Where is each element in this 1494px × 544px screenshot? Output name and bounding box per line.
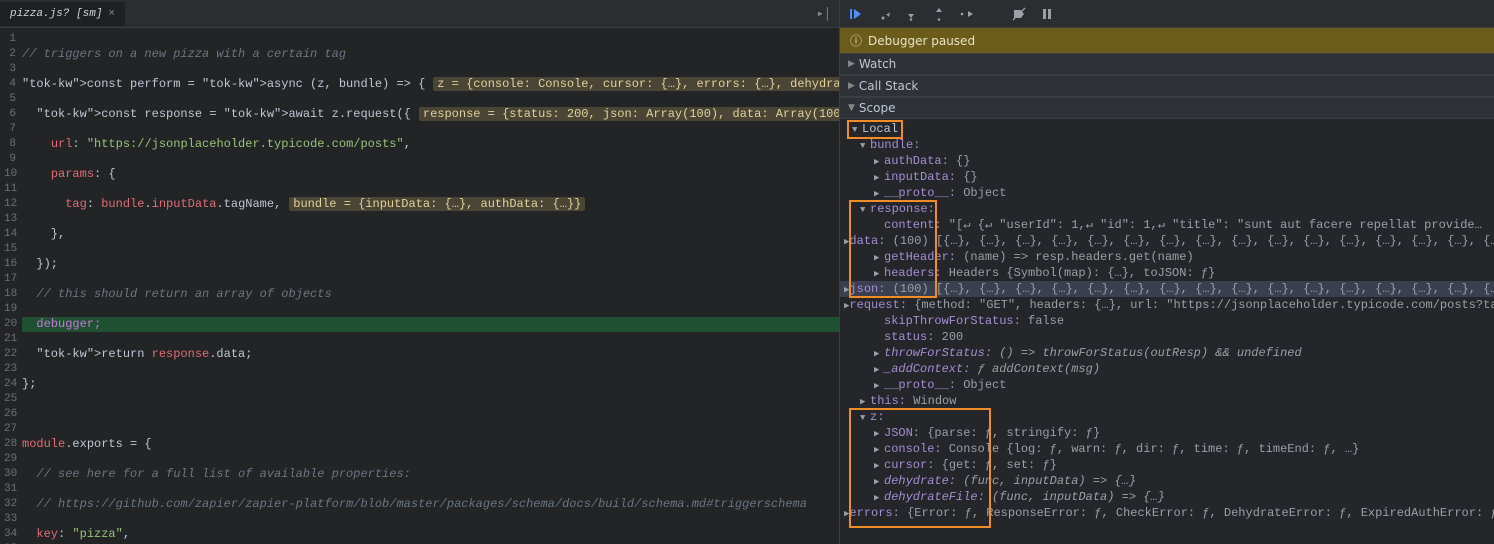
- var-json[interactable]: ▶json: (100) [{…}, {…}, {…}, {…}, {…}, {…: [840, 281, 1494, 297]
- var-data[interactable]: ▶data: (100) [{…}, {…}, {…}, {…}, {…}, {…: [840, 233, 1494, 249]
- var-skipthrow[interactable]: skipThrowForStatus: false: [840, 313, 1494, 329]
- var-content[interactable]: content: "[↵ {↵ "userId": 1,↵ "id": 1,↵ …: [840, 217, 1494, 233]
- inline-hint-bundle: bundle = {inputData: {…}, authData: {…}}: [289, 197, 585, 211]
- var-getheader[interactable]: ▶getHeader: (name) => resp.headers.get(n…: [840, 249, 1494, 265]
- tab-bar: pizza.js? [sm] × ▸│: [0, 0, 839, 28]
- step-over-icon[interactable]: [876, 7, 892, 21]
- step-icon[interactable]: [960, 7, 976, 21]
- scope-local[interactable]: ▼Local: [840, 121, 1494, 137]
- var-z-errors[interactable]: ▶errors: {Error: ƒ, ResponseError: ƒ, Ch…: [840, 505, 1494, 521]
- deactivate-breakpoints-icon[interactable]: [1012, 7, 1028, 21]
- tab-file[interactable]: pizza.js? [sm] ×: [0, 2, 125, 26]
- var-z-json[interactable]: ▶JSON: {parse: ƒ, stringify: ƒ}: [840, 425, 1494, 441]
- inline-hint-z: z = {console: Console, cursor: {…}, erro…: [433, 77, 839, 91]
- var-z[interactable]: ▼z:: [840, 409, 1494, 425]
- close-icon[interactable]: ×: [108, 8, 115, 20]
- code-editor[interactable]: 12345 678910 1112131415 1617181920 21222…: [0, 28, 839, 544]
- section-watch[interactable]: ▶ Watch: [840, 53, 1494, 75]
- current-execution-line: debugger;: [22, 317, 839, 332]
- step-into-icon[interactable]: [904, 7, 920, 21]
- var-z-dehydratefile[interactable]: ▶dehydrateFile: (func, inputData) => {…}: [840, 489, 1494, 505]
- chevron-right-icon: ▶: [848, 81, 855, 91]
- var-bundle[interactable]: ▼bundle:: [840, 137, 1494, 153]
- var-throwfor[interactable]: ▶throwForStatus: () => throwForStatus(ou…: [840, 345, 1494, 361]
- pause-exceptions-icon[interactable]: [1040, 7, 1056, 21]
- section-scope[interactable]: ▼ Scope: [840, 97, 1494, 119]
- show-navigator-icon[interactable]: ▸│: [809, 6, 839, 21]
- tab-title: pizza.js? [sm]: [10, 8, 102, 20]
- var-addcontext[interactable]: ▶_addContext: ƒ addContext(msg): [840, 361, 1494, 377]
- section-callstack[interactable]: ▶ Call Stack: [840, 75, 1494, 97]
- chevron-down-icon: ▼: [848, 103, 855, 113]
- debugger-paused-banner: ⓘ Debugger paused: [840, 28, 1494, 53]
- inline-hint-response: response = {status: 200, json: Array(100…: [419, 107, 839, 121]
- var-z-dehydrate[interactable]: ▶dehydrate: (func, inputData) => {…}: [840, 473, 1494, 489]
- debugger-toolbar: [840, 0, 1494, 28]
- var-z-console[interactable]: ▶console: Console {log: ƒ, warn: ƒ, dir:…: [840, 441, 1494, 457]
- line-gutter: 12345 678910 1112131415 1617181920 21222…: [0, 28, 22, 544]
- var-proto[interactable]: ▶__proto__: Object: [840, 185, 1494, 201]
- resume-icon[interactable]: [848, 7, 864, 21]
- var-request[interactable]: ▶request: {method: "GET", headers: {…}, …: [840, 297, 1494, 313]
- var-status[interactable]: status: 200: [840, 329, 1494, 345]
- scope-panel: ▼Local ▼bundle: ▶authData: {} ▶inputData…: [840, 119, 1494, 544]
- var-z-cursor[interactable]: ▶cursor: {get: ƒ, set: ƒ}: [840, 457, 1494, 473]
- info-icon: ⓘ: [850, 32, 862, 49]
- var-response[interactable]: ▼response:: [840, 201, 1494, 217]
- var-headers[interactable]: ▶headers: Headers {Symbol(map): {…}, toJ…: [840, 265, 1494, 281]
- var-inputdata[interactable]: ▶inputData: {}: [840, 169, 1494, 185]
- code-body: // triggers on a new pizza with a certai…: [22, 28, 839, 544]
- chevron-right-icon: ▶: [848, 59, 855, 69]
- var-proto2[interactable]: ▶__proto__: Object: [840, 377, 1494, 393]
- step-out-icon[interactable]: [932, 7, 948, 21]
- var-this[interactable]: ▶this: Window: [840, 393, 1494, 409]
- var-authdata[interactable]: ▶authData: {}: [840, 153, 1494, 169]
